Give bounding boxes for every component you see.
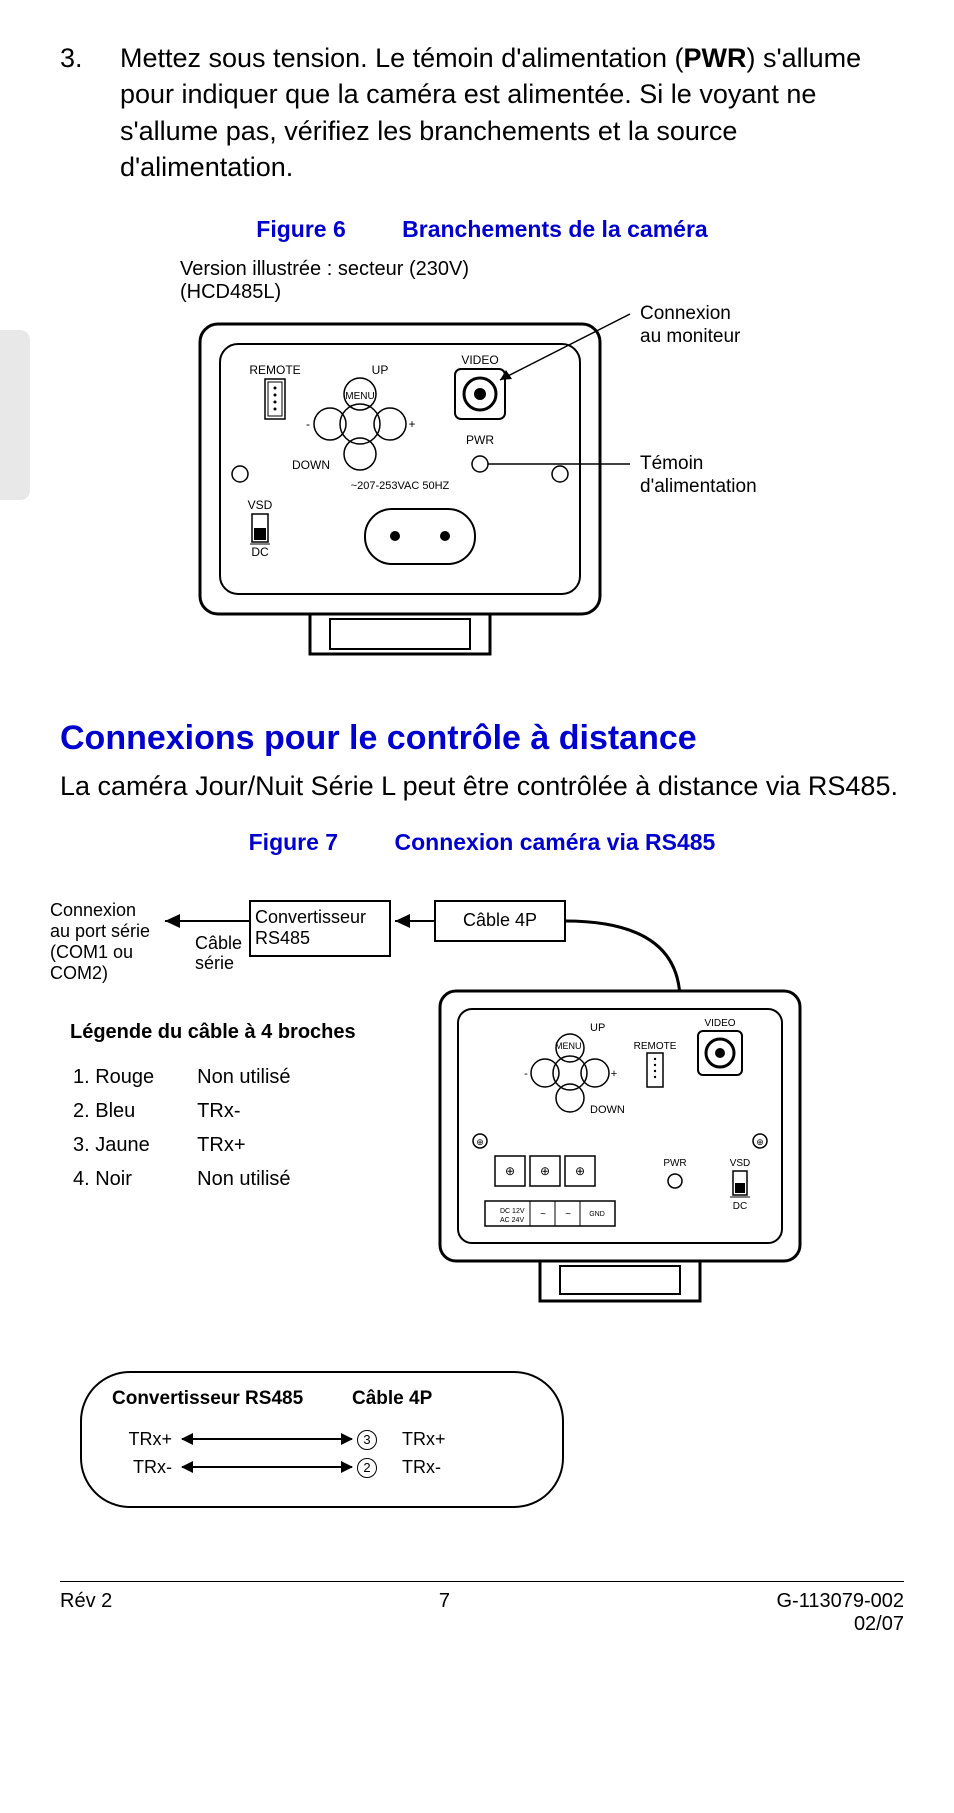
label-pwr: PWR xyxy=(466,433,494,447)
f7-dc12v: DC 12V xyxy=(500,1208,525,1215)
legend-r2-v: TRx+ xyxy=(196,1129,330,1161)
legend-r0-n: 1. Rouge xyxy=(72,1061,194,1093)
flow-serial-3: (COM1 ou xyxy=(50,942,133,962)
figure6-caption: Figure 6 Branchements de la caméra xyxy=(60,216,904,243)
figure7-caption: Figure 7 Connexion caméra via RS485 xyxy=(60,829,904,856)
label-menu: MENU xyxy=(345,391,374,402)
f7-vsd: VSD xyxy=(730,1158,751,1169)
flow-serial-4: COM2) xyxy=(50,963,108,983)
f7-gnd: GND xyxy=(589,1211,605,1218)
page-content: 3. Mettez sous tension. Le témoin d'alim… xyxy=(0,0,954,1666)
wiring-row-0: TRx+ 3 TRx+ xyxy=(112,1425,532,1453)
f7-tilde2: ~ xyxy=(565,1209,571,1220)
f7-ac24v: AC 24V xyxy=(500,1217,524,1224)
step-text-a: Mettez sous tension. Le témoin d'aliment… xyxy=(120,43,683,73)
legend-r3-v: Non utilisé xyxy=(196,1163,330,1195)
step-text-bold: PWR xyxy=(683,43,746,73)
figure6-note2: (HCD485L) xyxy=(180,281,904,304)
wiring-head: Convertisseur RS485 Câble 4P xyxy=(112,1388,532,1410)
label-remote: REMOTE xyxy=(249,363,300,377)
f7-tilde1: ~ xyxy=(540,1209,546,1220)
wiring-r0-pin: 3 xyxy=(352,1428,382,1450)
svg-text:⊕: ⊕ xyxy=(575,1164,585,1178)
page-footer: Rév 2 7 G-113079-002 02/07 xyxy=(60,1581,904,1636)
footer-rev: Rév 2 xyxy=(60,1590,112,1636)
wiring-row-1: TRx- 2 TRx- xyxy=(112,1453,532,1481)
f7-minus: - xyxy=(524,1068,528,1080)
flow-conv-1: Convertisseur xyxy=(255,907,366,927)
label-up: UP xyxy=(372,363,389,377)
footer-date: 02/07 xyxy=(777,1613,905,1636)
footer-docnum: G-113079-002 xyxy=(777,1590,905,1613)
legend-r0-v: Non utilisé xyxy=(196,1061,330,1093)
flow-cable-2: série xyxy=(195,953,234,973)
flow-serial-1: Connexion xyxy=(50,900,136,920)
label-video: VIDEO xyxy=(461,353,498,367)
figure6-label: Figure 6 xyxy=(256,216,345,243)
f7-video: VIDEO xyxy=(704,1018,735,1029)
section-heading: Connexions pour le contrôle à distance xyxy=(60,719,904,758)
footer-right: G-113079-002 02/07 xyxy=(777,1590,905,1636)
footer-page: 7 xyxy=(439,1590,450,1636)
f7-dc: DC xyxy=(733,1201,747,1212)
f7-menu: MENU xyxy=(555,1041,582,1051)
figure6-title: Branchements de la caméra xyxy=(402,216,708,242)
wiring-r1-right: TRx- xyxy=(382,1457,441,1478)
section-body: La caméra Jour/Nuit Série L peut être co… xyxy=(60,768,904,804)
figure7-label: Figure 7 xyxy=(249,829,338,856)
svg-text:⊕: ⊕ xyxy=(756,1137,764,1147)
figure6-note1: Version illustrée : secteur (230V) xyxy=(180,258,904,281)
label-minus: - xyxy=(306,417,310,431)
legend-block: Légende du câble à 4 broches 1. RougeNon… xyxy=(70,1021,356,1197)
legend-title: Légende du câble à 4 broches xyxy=(70,1021,356,1044)
figure6-diagram: REMOTE UP MENU - + DOWN VIDEO PWR ~2 xyxy=(180,304,880,674)
svg-text:⊕: ⊕ xyxy=(476,1137,484,1147)
f7-plus: + xyxy=(611,1068,617,1080)
legend-r1-v: TRx- xyxy=(196,1095,330,1127)
figure7-title: Connexion caméra via RS485 xyxy=(394,829,715,855)
label-down: DOWN xyxy=(292,458,330,472)
callout-power-2: d'alimentation xyxy=(640,476,757,497)
flow-conv-2: RS485 xyxy=(255,928,310,948)
step-3: 3. Mettez sous tension. Le témoin d'alim… xyxy=(60,40,904,186)
figure6-wrap: Version illustrée : secteur (230V) (HCD4… xyxy=(180,258,904,679)
label-plus: + xyxy=(408,417,415,431)
wiring-head-left: Convertisseur RS485 xyxy=(112,1388,352,1410)
legend-r1-n: 2. Bleu xyxy=(72,1095,194,1127)
f7-up: UP xyxy=(590,1022,605,1034)
double-arrow-icon xyxy=(182,1457,352,1477)
wiring-r1-left: TRx- xyxy=(112,1457,182,1478)
wiring-box: Convertisseur RS485 Câble 4P TRx+ 3 TRx+… xyxy=(80,1371,564,1508)
figure7-wrap: Connexion au port série (COM1 ou COM2) C… xyxy=(60,871,904,1551)
f7-down: DOWN xyxy=(590,1104,625,1116)
label-vsd: VSD xyxy=(248,498,273,512)
flow-cable-1: Câble xyxy=(195,933,242,953)
legend-r3-n: 4. Noir xyxy=(72,1163,194,1195)
callout-power-1: Témoin xyxy=(640,453,703,474)
label-dc: DC xyxy=(251,545,269,559)
wiring-r0-left: TRx+ xyxy=(112,1429,182,1450)
side-tab xyxy=(0,330,30,500)
step-number: 3. xyxy=(60,40,120,186)
flow-cable4p: Câble 4P xyxy=(463,910,537,930)
step-text: Mettez sous tension. Le témoin d'aliment… xyxy=(120,40,904,186)
legend-r2-n: 3. Jaune xyxy=(72,1129,194,1161)
wiring-rows: TRx+ 3 TRx+ TRx- 2 TRx- xyxy=(112,1425,532,1481)
callout-monitor-1: Connexion xyxy=(640,304,731,324)
wiring-r0-right: TRx+ xyxy=(382,1429,446,1450)
svg-text:⊕: ⊕ xyxy=(540,1164,550,1178)
double-arrow-icon xyxy=(182,1429,352,1449)
f7-remote: REMOTE xyxy=(634,1041,677,1052)
callout-monitor-2: au moniteur xyxy=(640,326,741,347)
flow-serial-2: au port série xyxy=(50,921,150,941)
svg-text:⊕: ⊕ xyxy=(505,1164,515,1178)
wiring-r1-pin: 2 xyxy=(352,1456,382,1478)
label-voltage: ~207-253VAC 50HZ xyxy=(351,480,450,492)
f7-pwr: PWR xyxy=(663,1158,686,1169)
legend-table: 1. RougeNon utilisé 2. BleuTRx- 3. Jaune… xyxy=(70,1059,333,1197)
wiring-head-right: Câble 4P xyxy=(352,1388,432,1410)
